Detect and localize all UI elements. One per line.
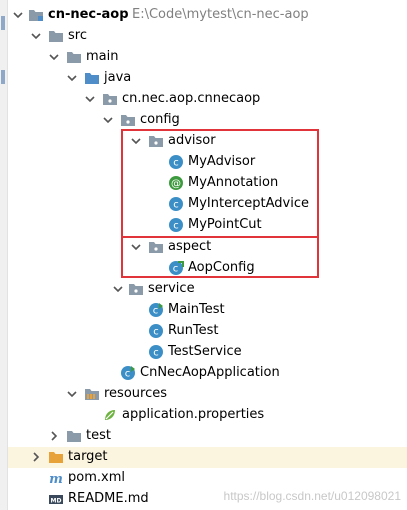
project-path: E:\Code\mytest\cn-nec-aop — [132, 7, 309, 22]
tree-row-annotation[interactable]: @ MyAnnotation — [8, 173, 407, 194]
tree-row-class[interactable]: c TestService — [8, 342, 407, 363]
tree-label: MyAnnotation — [188, 175, 279, 190]
annotation-icon: @ — [169, 176, 183, 190]
tree-label: cn.nec.aop.cnnecaop — [122, 91, 261, 106]
chevron-down-icon[interactable] — [30, 30, 42, 42]
properties-file-icon — [105, 410, 115, 420]
svg-text:c: c — [173, 264, 179, 275]
tree-label: target — [68, 449, 108, 464]
tree-label: src — [68, 28, 87, 43]
tree-row-class[interactable]: c RunTest — [8, 321, 407, 342]
package-icon — [149, 136, 163, 147]
tree-label: MainTest — [168, 302, 225, 317]
tree-row-class[interactable]: c MyInterceptAdvice — [8, 194, 407, 215]
tree-row-advisor[interactable]: advisor — [8, 131, 407, 152]
tree-row-target[interactable]: target — [8, 447, 407, 468]
tree-row-class[interactable]: c MainTest — [8, 300, 407, 321]
class-icon: c — [149, 345, 163, 359]
chevron-down-icon[interactable] — [112, 283, 124, 295]
tree-row-project[interactable]: cn-nec-aop E:\Code\mytest\cn-nec-aop — [8, 5, 407, 26]
tree-label: TestService — [168, 344, 242, 359]
package-icon — [129, 284, 143, 295]
folder-icon — [67, 52, 81, 63]
class-icon: c — [169, 197, 183, 211]
project-folder-icon — [29, 10, 43, 21]
chevron-down-icon[interactable] — [48, 51, 60, 63]
tree-row-class[interactable]: c MyPointCut — [8, 215, 407, 236]
tree-label: main — [86, 49, 119, 64]
chevron-down-icon[interactable] — [66, 72, 78, 84]
excluded-folder-icon — [49, 452, 63, 463]
svg-text:m: m — [49, 472, 63, 486]
chevron-down-icon[interactable] — [130, 135, 142, 147]
gutter-marker — [1, 70, 5, 84]
tree-label: java — [104, 70, 132, 85]
tree-label: application.properties — [122, 407, 265, 422]
tree-row-config-class[interactable]: c AopConfig — [8, 258, 407, 279]
tree-label: test — [86, 428, 111, 443]
class-icon: c — [149, 324, 163, 338]
tree-row-test[interactable]: test — [8, 426, 407, 447]
config-class-icon: c — [169, 261, 184, 275]
class-icon: c — [169, 218, 183, 232]
svg-text:c: c — [153, 348, 159, 359]
tree-label: MyInterceptAdvice — [188, 196, 309, 211]
tree-label: MyPointCut — [188, 217, 262, 232]
tree-row-aspect[interactable]: aspect — [8, 237, 407, 258]
tree-label: RunTest — [168, 323, 219, 338]
chevron-right-icon[interactable] — [30, 451, 42, 463]
chevron-down-icon[interactable] — [102, 114, 114, 126]
gutter-marker — [1, 16, 5, 30]
project-name: cn-nec-aop — [48, 7, 129, 22]
tree-label: advisor — [168, 133, 216, 148]
tree-row-src[interactable]: src — [8, 26, 407, 47]
svg-text:MD: MD — [51, 498, 62, 505]
chevron-down-icon[interactable] — [12, 9, 24, 21]
tree-row-config[interactable]: config — [8, 110, 407, 131]
tree-label: service — [148, 281, 195, 296]
tree-row-application[interactable]: c CnNecAopApplication — [8, 363, 407, 384]
svg-text:@: @ — [171, 179, 181, 190]
runnable-class-icon: c — [149, 303, 163, 317]
maven-file-icon: m — [49, 472, 63, 486]
source-folder-icon — [85, 73, 99, 84]
chevron-right-icon[interactable] — [48, 430, 60, 442]
tree-row-resources[interactable]: resources — [8, 384, 407, 405]
tree-label: CnNecAopApplication — [140, 365, 280, 380]
left-gutter — [0, 0, 8, 510]
tree-label: resources — [104, 386, 168, 401]
svg-text:c: c — [125, 369, 131, 380]
runnable-class-icon: c — [121, 366, 135, 380]
tree-label: pom.xml — [68, 470, 125, 485]
folder-icon — [49, 31, 63, 42]
tree-label: config — [140, 112, 180, 127]
tree-row-class[interactable]: c MyAdvisor — [8, 152, 407, 173]
svg-text:c: c — [173, 200, 179, 211]
tree-row-service[interactable]: service — [8, 279, 407, 300]
chevron-down-icon[interactable] — [66, 388, 78, 400]
chevron-down-icon[interactable] — [130, 241, 142, 253]
tree-row-pom[interactable]: m pom.xml — [8, 468, 407, 489]
svg-text:c: c — [153, 306, 159, 317]
folder-icon — [67, 431, 81, 442]
tree-label: MyAdvisor — [188, 154, 256, 169]
tree-label: AopConfig — [188, 260, 255, 275]
svg-text:c: c — [173, 221, 179, 232]
tree-row-package[interactable]: cn.nec.aop.cnnecaop — [8, 89, 407, 110]
tree-row-java[interactable]: java — [8, 68, 407, 89]
package-icon — [121, 115, 135, 126]
watermark: https://blog.csdn.net/u012098021 — [223, 489, 401, 503]
chevron-down-icon[interactable] — [84, 93, 96, 105]
package-icon — [103, 94, 117, 105]
markdown-file-icon: MD — [49, 495, 63, 505]
svg-text:c: c — [173, 158, 179, 169]
tree-label: README.md — [68, 491, 149, 506]
tree-row-main[interactable]: main — [8, 47, 407, 68]
package-icon — [149, 242, 163, 253]
resources-folder-icon — [85, 389, 99, 400]
tree-label: aspect — [168, 239, 212, 254]
svg-text:c: c — [153, 327, 159, 338]
tree-row-properties[interactable]: application.properties — [8, 405, 407, 426]
class-icon: c — [169, 155, 183, 169]
